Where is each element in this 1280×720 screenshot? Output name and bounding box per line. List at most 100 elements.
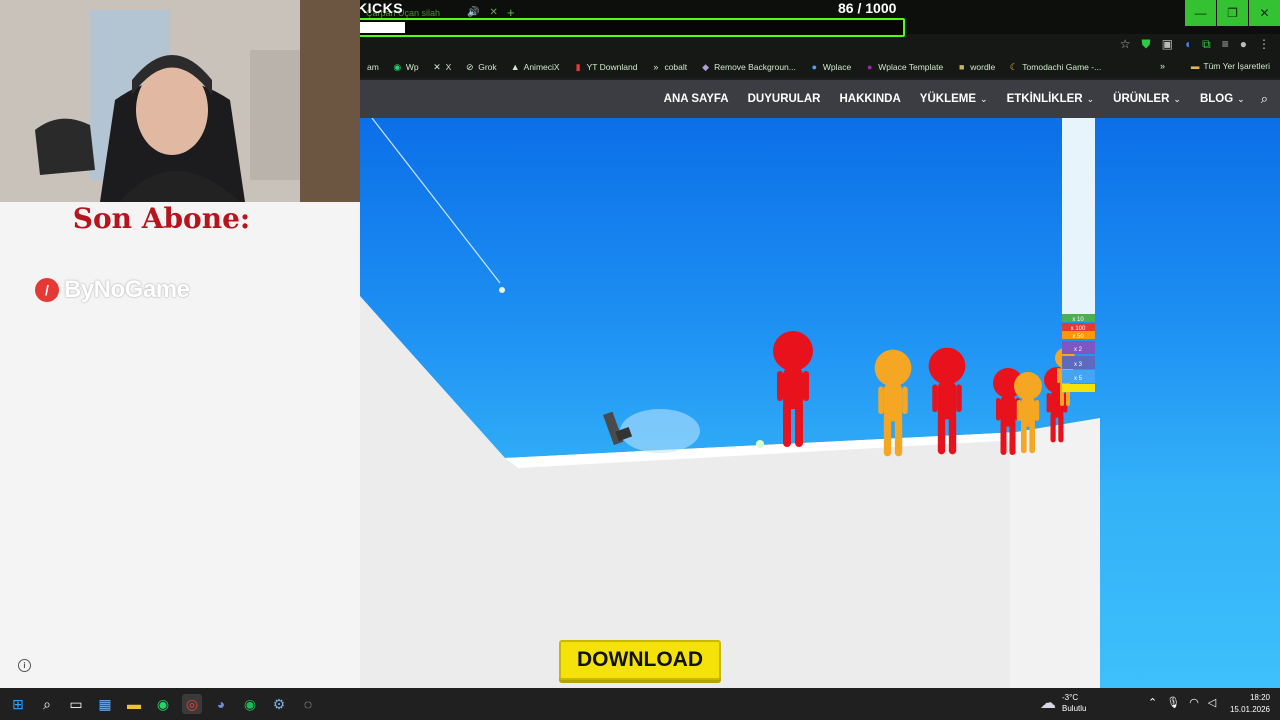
chevron-down-icon: ⌄	[1237, 93, 1245, 104]
bookmarks-bar: am ◉ Wp ✕ X ⊘ Grok ▲ AnimeciX ▮ YT Downland »…	[360, 56, 1280, 78]
nav-item-duyurular[interactable]: DUYURULAR	[748, 93, 821, 105]
nav-label: ÜRÜNLER	[1113, 93, 1170, 105]
cloud-icon: ☁	[1040, 695, 1056, 712]
info-icon[interactable]: i	[18, 659, 31, 672]
taskbar-apps: ⊞ ⌕ ▭ ▦ ▬ ◉ ◎ ◕ ◉ ⚙ ◌	[8, 688, 318, 720]
tower	[1062, 118, 1095, 318]
spotify-icon[interactable]: ◉	[240, 694, 260, 714]
multiplier-label: x 2	[1074, 347, 1083, 353]
widgets-icon[interactable]: ▦	[95, 694, 115, 714]
chevron-up-icon[interactable]: ⌃	[1148, 696, 1157, 709]
clock-time: 18:20	[1249, 693, 1270, 702]
muzzle-flash	[620, 409, 700, 453]
bookmark-item[interactable]: ● Wplace Template	[858, 62, 950, 72]
tab-audio-icon[interactable]: 🔊	[467, 7, 479, 18]
minimize-button[interactable]: —	[1185, 0, 1216, 26]
bookmark-item[interactable]: » cobalt	[644, 62, 694, 72]
media-controls-icon[interactable]: ≡	[1222, 37, 1229, 52]
address-bar-row: ☆ ⛊ ▣ ◖ ⧉ ≡ ● ⋮	[360, 34, 1280, 56]
nav-item-urunler[interactable]: ÜRÜNLER ⌄	[1113, 93, 1181, 105]
bookmark-item[interactable]: ⊘ Grok	[458, 62, 503, 73]
search-icon[interactable]: ⌕	[37, 694, 57, 714]
toolbar-icons: ☆ ⛊ ▣ ◖ ⧉ ≡ ● ⋮	[1120, 37, 1270, 52]
close-window-button[interactable]: ✕	[1249, 0, 1280, 26]
multiplier-label: x 10	[1072, 317, 1084, 323]
nav-item-blog[interactable]: BLOG ⌄	[1200, 93, 1245, 105]
all-bookmarks-button[interactable]: ▬ Tüm Yer İşaretleri	[1191, 61, 1270, 71]
kicks-target: 1000	[865, 0, 897, 16]
bookmark-item[interactable]: ▮ YT Downland	[567, 62, 645, 73]
extension-audio-icon[interactable]: ◖	[1184, 37, 1191, 52]
bookmark-label: AnimeciX	[523, 62, 560, 72]
folder-icon: ▬	[1190, 61, 1200, 71]
game-canvas[interactable]: x 10 x 100 x 50 x 2x 3x 5	[360, 118, 1280, 688]
wifi-icon[interactable]: ◠	[1189, 696, 1199, 709]
discord-icon[interactable]: ◕	[211, 694, 231, 714]
recorder-icon[interactable]: ◌	[298, 694, 318, 714]
bullet	[756, 440, 764, 448]
enemy-red	[773, 331, 813, 447]
site-navigation: ANA SAYFA DUYURULAR HAKKINDA YÜKLEME ⌄ ET…	[360, 80, 1280, 118]
bookmark-label: cobalt	[664, 62, 688, 72]
volume-icon[interactable]: ◁	[1208, 696, 1216, 709]
bookmark-label: wordle	[970, 62, 996, 72]
bookmark-label: YT Downland	[586, 62, 638, 72]
sponsor-logo: / ByNoGame	[35, 276, 190, 304]
webcam-feed	[0, 0, 360, 202]
profile-avatar-icon[interactable]: ●	[1240, 37, 1247, 52]
extension-box-icon[interactable]: ▣	[1162, 37, 1173, 52]
microphone-icon[interactable]: 🎙	[1166, 696, 1180, 709]
bookmark-star-icon[interactable]: ☆	[1120, 37, 1131, 52]
weather-widget[interactable]: ☁ -3°C Bulutlu	[1040, 692, 1086, 714]
bookmark-label: Wplace	[822, 62, 852, 72]
search-icon[interactable]: ⌕	[1261, 91, 1268, 107]
file-explorer-icon[interactable]: ▬	[124, 694, 144, 714]
chrome-icon[interactable]: ◎	[182, 694, 202, 714]
windows-taskbar: ⊞ ⌕ ▭ ▦ ▬ ◉ ◎ ◕ ◉ ⚙ ◌ ☁ -3°C Bulutlu ⌃ 🎙…	[0, 688, 1280, 720]
bookmarks-overflow-button[interactable]: »	[1160, 61, 1165, 71]
kicks-separator: /	[857, 0, 862, 16]
weather-temp: -3°C	[1062, 693, 1079, 702]
extension-shield-icon[interactable]: ⛊	[1142, 37, 1151, 52]
removebg-icon: ◆	[702, 61, 710, 72]
tab-close-icon[interactable]: ✕	[489, 7, 497, 18]
nav-item-etkinlikler[interactable]: ETKİNLİKLER ⌄	[1007, 93, 1095, 105]
kicks-goal-label: KICKS	[357, 0, 404, 16]
bookmark-item[interactable]: ■ wordle	[950, 62, 1002, 72]
chevron-down-icon: ⌄	[1173, 93, 1181, 104]
bookmark-item[interactable]: ◉ Wp	[386, 62, 426, 73]
stream-side-panel	[0, 202, 360, 688]
bookmark-item[interactable]: ☾ Tomodachi Game -...	[1002, 62, 1108, 73]
extensions-puzzle-icon[interactable]: ⧉	[1202, 37, 1211, 52]
bookmark-item[interactable]: ✕ X	[426, 62, 459, 73]
whatsapp-icon[interactable]: ◉	[153, 694, 173, 714]
task-view-icon[interactable]: ▭	[66, 694, 86, 714]
bookmark-label: X	[445, 62, 452, 72]
bookmark-label: Wp	[405, 62, 419, 72]
nav-menu: ANA SAYFA DUYURULAR HAKKINDA YÜKLEME ⌄ ET…	[645, 80, 1268, 118]
bookmark-label: Wplace Template	[878, 62, 944, 72]
game-scene: x 10x 100x 50x 2x 3x 5	[360, 118, 1100, 688]
download-button[interactable]: DOWNLOAD	[559, 640, 721, 680]
windows-start-icon[interactable]: ⊞	[8, 694, 28, 714]
weather-text: -3°C Bulutlu	[1062, 692, 1086, 714]
nav-item-hakkinda[interactable]: HAKKINDA	[839, 93, 900, 105]
cobalt-icon: »	[653, 62, 659, 72]
bookmark-item[interactable]: ◆ Remove Backgroun...	[694, 62, 803, 73]
bookmark-item[interactable]: ● Wplace	[803, 62, 858, 72]
bookmark-item[interactable]: ▲ AnimeciX	[504, 62, 567, 72]
restore-button[interactable]: ❐	[1217, 0, 1248, 26]
bynogame-logo-icon: /	[35, 278, 59, 302]
whatsapp-icon: ◉	[393, 61, 402, 72]
nav-item-yukleme[interactable]: YÜKLEME ⌄	[920, 93, 988, 105]
chrome-menu-icon[interactable]: ⋮	[1258, 37, 1270, 52]
nav-label: ETKİNLİKLER	[1006, 93, 1083, 105]
settings-gear-icon[interactable]: ⚙	[269, 694, 289, 714]
spark	[499, 287, 505, 293]
bookmark-truncated[interactable]: am	[360, 62, 386, 72]
nav-item-ana-sayfa[interactable]: ANA SAYFA	[664, 93, 729, 105]
laser-line	[371, 118, 501, 284]
clock[interactable]: 18:20 15.01.2026	[1230, 692, 1270, 716]
bookmark-label: Grok	[478, 62, 497, 72]
kicks-progress-bar	[354, 18, 905, 37]
